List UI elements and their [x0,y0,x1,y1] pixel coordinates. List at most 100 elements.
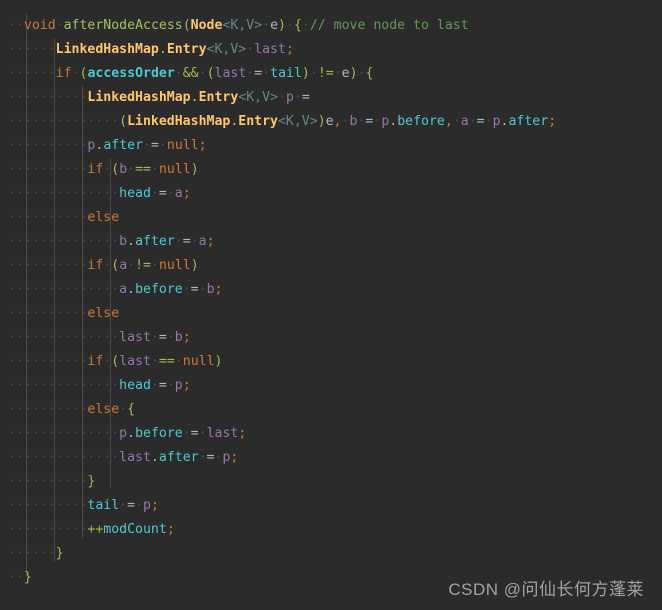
code-line[interactable]: ··········if·(b·==·null) [0,158,662,182]
token-bfld: accessOrder [87,66,175,81]
token-br: ) [190,162,199,177]
token-br: ++ [87,522,104,537]
space-dot: · [150,186,159,201]
code-line[interactable]: ··········if·(a·!=·null) [0,254,662,278]
code-line[interactable]: ··············p.before·=·last; [0,422,662,446]
code-line[interactable]: ··void·afterNodeAccess(Node<K,V>·e)·{·//… [0,14,662,38]
code-line[interactable]: ··············a.before·=·b; [0,278,662,302]
indent-whitespace: ·········· [8,162,88,177]
code-line[interactable]: ··········tail·=·p; [0,494,662,518]
space-dot: · [150,378,159,393]
token-sem: , [333,114,342,129]
space-dot: · [285,18,294,33]
token-sem: ; [166,522,175,537]
token-fld: last [254,42,286,57]
code-content[interactable]: ··void·afterNodeAccess(Node<K,V>·e)·{·//… [0,14,662,590]
token-gen: <K,V> [222,18,263,33]
token-ifld: tail [270,66,302,81]
code-line[interactable]: ··············last·=·b; [0,326,662,350]
code-line[interactable]: ··········++modCount; [0,518,662,542]
code-line[interactable]: ······LinkedHashMap.Entry<K,V>·last; [0,38,662,62]
token-gen: <K,V> [238,90,278,105]
space-dot: · [262,18,271,33]
token-ifld: after [103,138,144,153]
code-line[interactable]: ··········} [0,470,662,494]
token-sem: ; [548,114,557,129]
code-line[interactable]: ··············head·=·p; [0,374,662,398]
token-br: { [365,66,374,81]
space-dot: · [277,90,286,105]
token-gen: <K,V> [277,114,318,129]
indent-whitespace: ·············· [8,378,120,393]
token-op: = [254,66,263,81]
token-kw: else [87,402,120,417]
code-line[interactable]: ··········p.after·=·null; [0,134,662,158]
space-dot: · [151,162,159,177]
token-sem: ; [285,42,294,57]
code-line[interactable]: ··············head·=·a; [0,182,662,206]
space-dot: · [293,90,302,105]
code-line[interactable]: ··········else·{ [0,398,662,422]
token-br: } [23,570,32,585]
token-sem: ; [182,378,191,393]
indent-whitespace: ······ [8,546,56,561]
token-fld: p [492,114,501,129]
token-cmt: // move node to last [309,18,469,33]
token-kw: if [87,162,104,177]
token-kw: if [55,66,72,81]
token-br: != [135,258,151,273]
token-sem: ; [238,426,247,441]
indent-whitespace: ·· [8,570,24,585]
code-line[interactable]: ··········else [0,206,662,230]
token-cls: LinkedHashMap [55,42,159,57]
token-br: && [182,66,199,81]
token-br: == [158,354,175,369]
indent-whitespace: ·········· [8,210,88,225]
indent-whitespace: ······ [8,42,56,57]
token-sem: ; [206,234,215,249]
token-br: } [87,474,96,489]
code-line[interactable]: ··············b.after·=·a; [0,230,662,254]
space-dot: · [190,234,199,249]
code-line[interactable]: ··············(LinkedHashMap.Entry<K,V>)… [0,110,662,134]
token-fld: a [460,114,469,129]
token-op: = [158,330,167,345]
token-fld: p [285,90,294,105]
space-dot: · [246,42,255,57]
token-br: ) [349,66,358,81]
token-op: = [158,378,167,393]
token-pun: . [190,90,199,105]
space-dot: · [357,66,366,81]
code-line[interactable]: ······} [0,542,662,566]
space-dot: · [452,114,461,129]
token-cls: Entry [198,90,239,105]
token-br: ) [214,354,223,369]
token-pun: e [341,66,350,81]
code-line[interactable]: ··············last.after·=·p; [0,446,662,470]
code-line[interactable]: ··········else [0,302,662,326]
token-ifld: after [508,114,549,129]
code-line[interactable]: ··········if·(last·==·null) [0,350,662,374]
token-fld: last [214,66,247,81]
token-br: ) [190,258,199,273]
token-fld: last [119,450,151,465]
indent-whitespace: ·········· [8,498,88,513]
token-ifld: tail [87,498,120,513]
token-cls: Node [190,18,223,33]
code-line[interactable]: ··········LinkedHashMap.Entry<K,V>·p·= [0,86,662,110]
token-fld: last [119,354,151,369]
space-dot: · [198,450,207,465]
space-dot: · [468,114,477,129]
token-br: ) [317,114,326,129]
space-dot: · [174,354,183,369]
code-editor[interactable]: ··void·afterNodeAccess(Node<K,V>·e)·{·//… [0,0,662,610]
token-cls: Entry [166,42,207,57]
space-dot: · [309,66,318,81]
space-dot: · [198,66,207,81]
indent-whitespace: ·············· [8,186,120,201]
space-dot: · [119,498,128,513]
token-kw: if [87,258,104,273]
code-line[interactable]: ······if·(accessOrder·&&·(last·=·tail)·!… [0,62,662,86]
token-sem: ; [182,186,191,201]
token-op: = [476,114,485,129]
